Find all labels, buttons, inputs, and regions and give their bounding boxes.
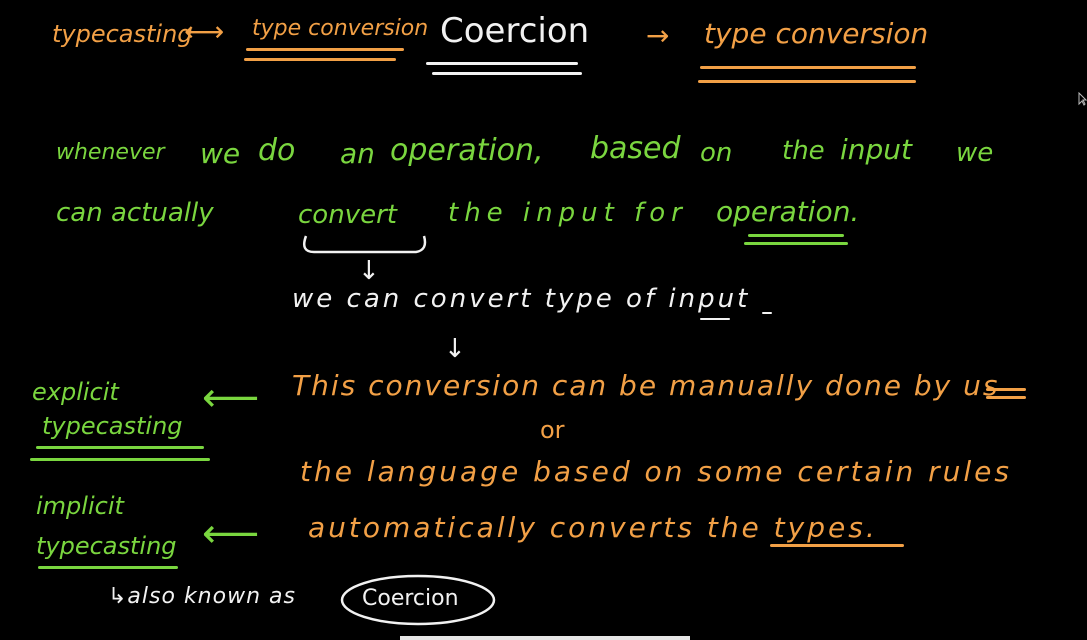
coercion-circle: [340, 574, 496, 626]
whiteboard-canvas: typecasting ⟷ type conversion Coercion →…: [0, 0, 1087, 640]
mouse-cursor-icon: [1078, 92, 1087, 106]
video-progress-bar[interactable]: [400, 636, 690, 640]
coercion-circled-text: Coercion: [362, 586, 459, 611]
